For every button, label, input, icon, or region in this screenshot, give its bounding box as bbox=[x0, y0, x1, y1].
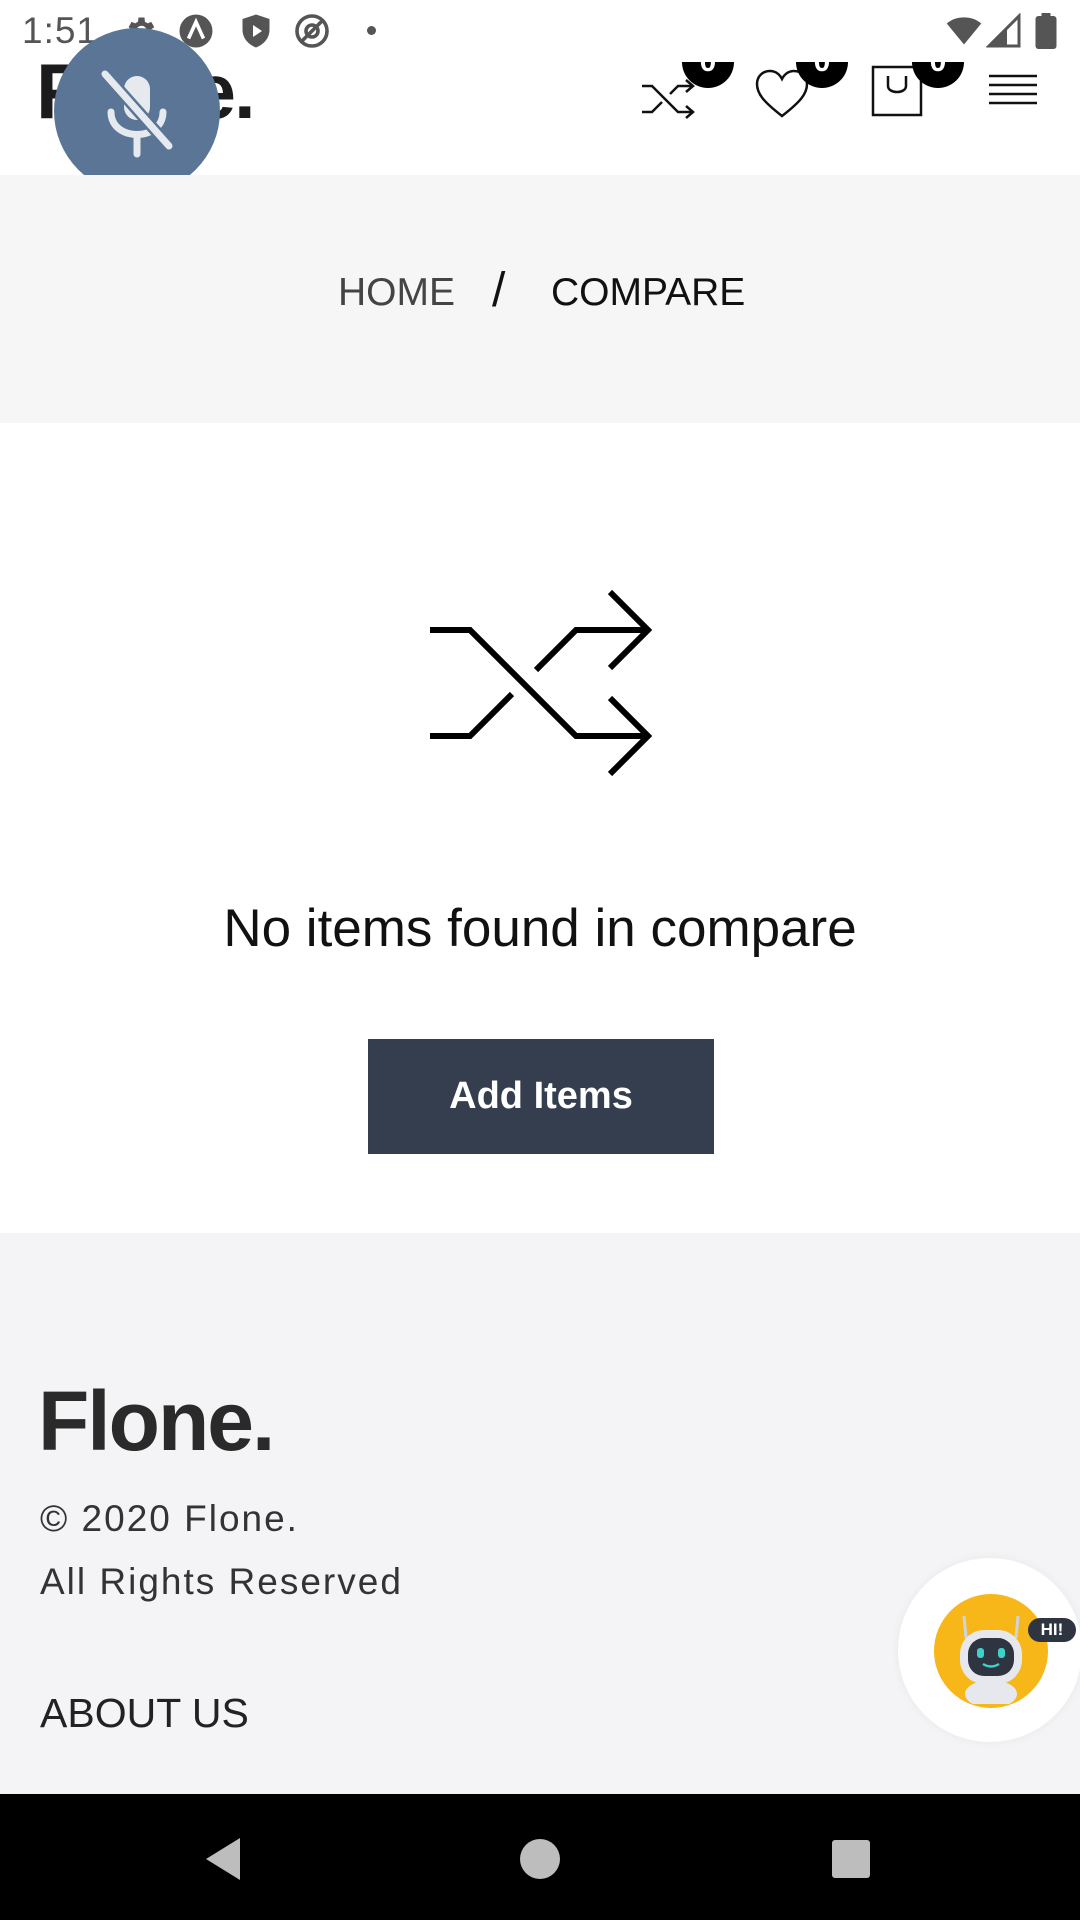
footer-logo[interactable]: Flone. bbox=[38, 1373, 275, 1470]
recents-icon[interactable] bbox=[824, 1832, 878, 1886]
battery-icon bbox=[1035, 13, 1057, 49]
wifi-icon bbox=[946, 17, 982, 45]
chatbot-icon bbox=[960, 1615, 1022, 1704]
shuffle-icon[interactable] bbox=[640, 72, 696, 122]
about-us-heading: ABOUT US bbox=[40, 1690, 249, 1736]
add-items-button[interactable]: Add Items bbox=[368, 1039, 714, 1154]
empty-compare-message: No items found in compare bbox=[223, 899, 857, 958]
mic-off-icon bbox=[99, 68, 175, 158]
breadcrumb: HOME / COMPARE bbox=[0, 175, 1080, 423]
empty-compare-section: No items found in compare Add Items bbox=[0, 423, 1080, 1233]
signal-icon bbox=[986, 13, 1021, 48]
copyright-text: © 2020 Flone. bbox=[40, 1498, 299, 1539]
footer: Flone. © 2020 Flone. All Rights Reserved… bbox=[0, 1233, 1080, 1794]
dot-icon bbox=[367, 26, 376, 35]
shield-play-icon bbox=[242, 14, 270, 48]
system-nav-bar bbox=[0, 1794, 1080, 1920]
breadcrumb-home-link[interactable]: HOME bbox=[338, 271, 455, 315]
menu-icon[interactable] bbox=[988, 72, 1038, 108]
chat-widget-avatar bbox=[934, 1594, 1048, 1708]
rights-text: All Rights Reserved bbox=[40, 1561, 403, 1602]
chat-widget-button[interactable]: HI! bbox=[898, 1558, 1080, 1742]
breadcrumb-current: COMPARE bbox=[551, 271, 746, 314]
shuffle-icon bbox=[430, 589, 652, 777]
back-icon[interactable] bbox=[198, 1832, 252, 1886]
voice-search-button[interactable] bbox=[54, 28, 220, 194]
chat-hi-bubble: HI! bbox=[1028, 1618, 1076, 1642]
home-icon[interactable] bbox=[513, 1832, 567, 1886]
at-circle-icon bbox=[295, 14, 329, 48]
breadcrumb-separator: / bbox=[492, 264, 506, 317]
